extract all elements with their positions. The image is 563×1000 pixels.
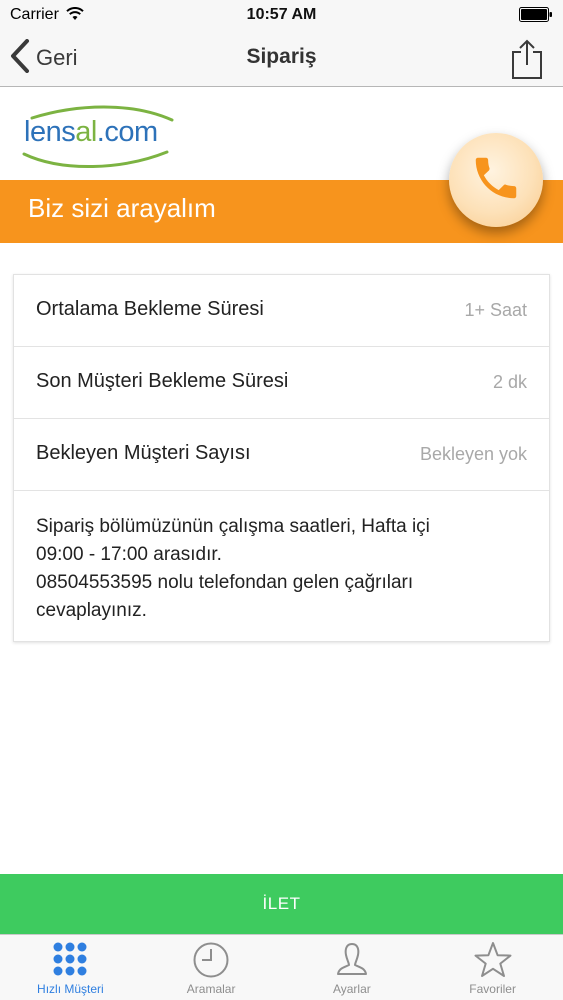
callback-banner-title: Biz sizi arayalım xyxy=(28,193,216,223)
grid-icon xyxy=(52,941,88,982)
share-button[interactable] xyxy=(509,38,545,80)
navigation-bar: Geri Sipariş xyxy=(0,30,563,87)
phone-icon xyxy=(469,151,523,210)
notice-line: Sipariş bölümüzünün çalışma saatleri, Ha… xyxy=(36,516,430,537)
tab-bar: Hızlı Müşteri Aramalar Ayarlar Favoriler xyxy=(0,934,563,1000)
info-row-value: Bekleyen yok xyxy=(419,444,527,464)
tab-label: Ayarlar xyxy=(332,982,371,996)
info-row-waiting-count: Bekleyen Müşteri Sayısı Bekleyen yok xyxy=(14,419,549,491)
tab-settings[interactable]: Ayarlar xyxy=(282,935,423,1000)
info-row-label: Bekleyen Müşteri Sayısı xyxy=(36,442,251,464)
tab-quick-customer[interactable]: Hızlı Müşteri xyxy=(0,935,141,1000)
tab-label: Hızlı Müşteri xyxy=(37,982,104,996)
call-button[interactable] xyxy=(449,133,543,227)
info-card: Ortalama Bekleme Süresi 1+ Saat Son Müşt… xyxy=(13,274,550,642)
tab-calls[interactable]: Aramalar xyxy=(141,935,282,1000)
tab-label: Aramalar xyxy=(186,982,236,996)
clock-icon xyxy=(192,941,230,984)
working-hours-notice: Sipariş bölümüzünün çalışma saatleri, Ha… xyxy=(14,491,549,625)
notice-line: 09:00 - 17:00 arasıdır. xyxy=(36,544,222,565)
tab-favorites[interactable]: Favoriler xyxy=(422,935,563,1000)
info-row-value: 2 dk xyxy=(492,372,527,392)
person-icon xyxy=(335,941,369,984)
tab-label: Favoriler xyxy=(469,982,516,996)
star-icon xyxy=(474,941,512,984)
info-row-average-wait: Ortalama Bekleme Süresi 1+ Saat xyxy=(14,275,549,347)
submit-label: İLET xyxy=(262,894,301,913)
info-row-last-wait: Son Müşteri Bekleme Süresi 2 dk xyxy=(14,347,549,419)
status-time: 10:57 AM xyxy=(246,6,317,23)
page-title: Sipariş xyxy=(246,45,317,68)
info-row-value: 1+ Saat xyxy=(464,300,527,320)
notice-line: 08504553595 nolu telefondan gelen çağrıl… xyxy=(36,572,414,593)
share-icon xyxy=(509,39,545,84)
info-row-label: Son Müşteri Bekleme Süresi xyxy=(36,370,289,392)
battery-icon xyxy=(519,7,553,27)
notice-line: cevaplayınız. xyxy=(36,600,147,621)
lensal-logo: lensal.com xyxy=(22,102,177,172)
submit-button[interactable]: İLET xyxy=(0,874,563,934)
info-row-label: Ortalama Bekleme Süresi xyxy=(36,298,264,320)
status-bar: Carrier 10:57 AM xyxy=(0,0,563,30)
